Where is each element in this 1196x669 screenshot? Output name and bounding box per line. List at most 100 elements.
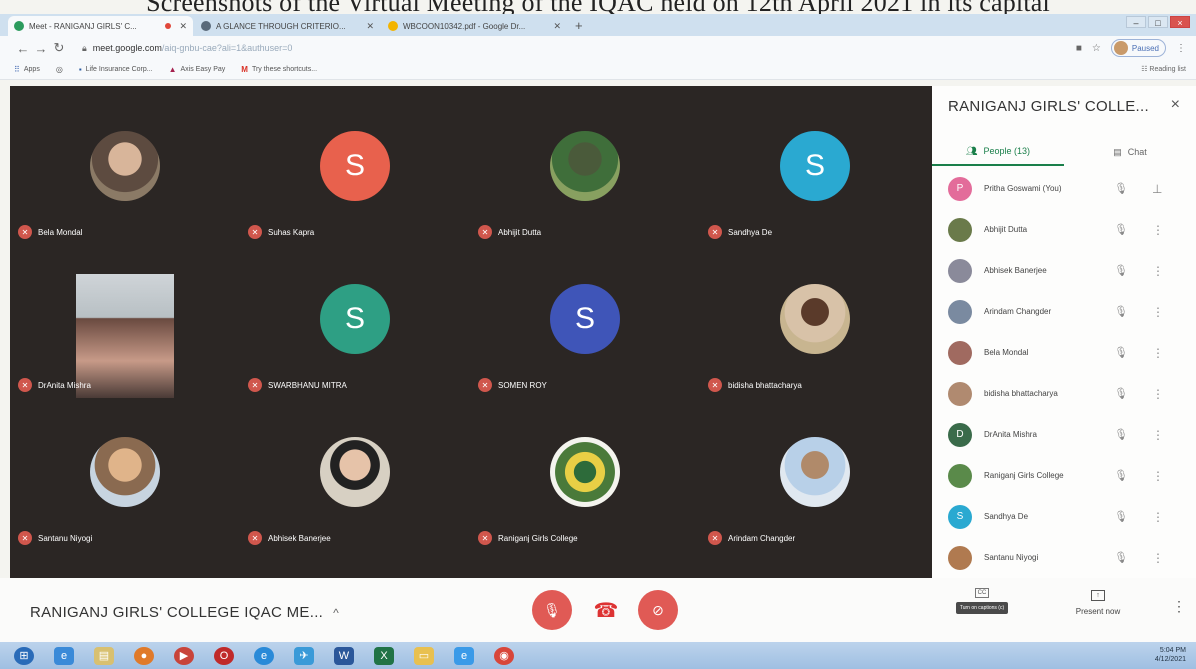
firefox-icon[interactable]: ●	[134, 646, 154, 665]
participant-tile[interactable]: S ✕ Suhas Kapra	[240, 96, 470, 249]
participant-tile[interactable]: ✕ Raniganj Girls College	[470, 402, 700, 555]
more-options-icon[interactable]: ⋮	[1152, 346, 1164, 360]
more-options-icon[interactable]: ⋮	[1152, 469, 1164, 483]
participant-photo	[780, 283, 850, 354]
bookmark-globe[interactable]: ◎	[56, 65, 63, 74]
reload-icon[interactable]: ↻	[50, 40, 68, 56]
list-item[interactable]: Raniganj Girls College 🎙︎ ⋮	[932, 455, 1196, 496]
screenshot-root: Screenshots of the Virtual Meeting of th…	[0, 0, 1196, 669]
close-tab-icon[interactable]: ✕	[553, 21, 561, 32]
address-bar-actions: ■ ☆ Paused ⋮	[1076, 39, 1186, 57]
bird-icon[interactable]: ✈	[294, 646, 314, 665]
chrome-icon[interactable]: ◉	[494, 646, 514, 665]
close-tab-icon[interactable]: ✕	[179, 21, 187, 32]
reading-list-button[interactable]: ☷ Reading list	[1141, 65, 1186, 73]
bookmark-axis[interactable]: ▲ Axis Easy Pay	[169, 65, 226, 74]
participant-photo	[90, 130, 160, 201]
list-item[interactable]: bidisha bhattacharya 🎙︎ ⋮	[932, 373, 1196, 414]
participant-tile[interactable]: S ✕ Sandhya De	[700, 96, 930, 249]
more-options-icon[interactable]: ⋮	[1152, 428, 1164, 442]
mic-off-icon: 🎙︎	[543, 601, 561, 618]
captions-button[interactable]: CC Turn on captions (c)	[944, 588, 1020, 632]
participant-tile[interactable]: ✕ DrAnita Mishra	[10, 249, 240, 402]
more-options-icon[interactable]: ⋮	[1152, 387, 1164, 401]
participant-tile[interactable]: S ✕ SWARBHANU MITRA	[240, 249, 470, 402]
panel-close-button[interactable]: ×	[1171, 96, 1180, 114]
ie-icon[interactable]: e	[54, 646, 74, 665]
muted-mic-icon: ✕	[18, 378, 32, 392]
tab-meet[interactable]: Meet - RANIGANJ GIRLS' C... ✕	[8, 16, 193, 36]
person-avatar	[948, 340, 972, 365]
bookmark-lic[interactable]: ▪ Life Insurance Corp...	[79, 65, 153, 74]
bookmark-gmail[interactable]: M Try these shortcuts...	[241, 65, 317, 74]
present-now-button[interactable]: ↑ Present now	[1066, 590, 1130, 616]
participant-tile[interactable]: ✕ Abhijit Dutta	[470, 96, 700, 249]
meeting-details-button[interactable]: RANIGANJ GIRLS' COLLEGE IQAC ME... ^	[30, 604, 339, 621]
meeting-name: RANIGANJ GIRLS' COLLEGE IQAC ME...	[30, 604, 324, 621]
list-item[interactable]: Abhisek Banerjee 🎙︎ ⋮	[932, 250, 1196, 291]
media-icon[interactable]: ▶	[174, 646, 194, 665]
toggle-camera-button[interactable]: ⊘	[638, 590, 678, 630]
url-field[interactable]: 🔒︎ meet.google.com/aiq-gnbu-cae?ali=1&aut…	[82, 43, 292, 54]
system-clock[interactable]: 5:04 PM 4/12/2021	[1155, 646, 1186, 664]
folder-icon[interactable]: ▭	[414, 646, 434, 665]
person-avatar: D	[948, 422, 972, 447]
participant-name: Bela Mondal	[38, 227, 83, 237]
more-options-icon[interactable]: ⋮	[1152, 305, 1164, 319]
start-icon[interactable]: ⊞	[14, 646, 34, 665]
list-item[interactable]: Abhijit Dutta 🎙︎ ⋮	[932, 209, 1196, 250]
muted-mic-icon: 🎙︎	[1114, 388, 1128, 400]
more-options-icon[interactable]: ⋮	[1152, 510, 1164, 524]
more-options-icon[interactable]: ⋮	[1152, 551, 1164, 565]
back-icon[interactable]: ←	[14, 41, 32, 56]
list-item[interactable]: Bela Mondal 🎙︎ ⋮	[932, 332, 1196, 373]
star-icon[interactable]: ☆	[1092, 43, 1101, 54]
tab-chat[interactable]: ▤ Chat	[1064, 138, 1196, 166]
participant-tile[interactable]: ✕ bidisha bhattacharya	[700, 249, 930, 402]
insurance-icon: ▪	[78, 65, 82, 74]
minimize-button[interactable]: –	[1126, 16, 1146, 28]
maximize-button[interactable]: □	[1148, 16, 1168, 28]
files-icon[interactable]: ▤	[94, 646, 114, 665]
camera-icon[interactable]: ■	[1076, 43, 1082, 54]
list-item[interactable]: Santanu Niyogi 🎙︎ ⋮	[932, 537, 1196, 578]
participant-namebar: ✕ Raniganj Girls College	[478, 531, 578, 545]
new-tab-button[interactable]: +	[575, 18, 583, 33]
list-item[interactable]: Arindam Changder 🎙︎ ⋮	[932, 291, 1196, 332]
list-item[interactable]: D DrAnita Mishra 🎙︎ ⋮	[932, 414, 1196, 455]
more-options-icon[interactable]: ⋮	[1152, 223, 1164, 237]
word-icon[interactable]: W	[334, 646, 354, 665]
edge-icon[interactable]: e	[254, 646, 274, 665]
list-item[interactable]: P Pritha Goswami (You) 🎙︎ ⊥	[932, 168, 1196, 209]
tab-drive-pdf[interactable]: WBCOON10342.pdf - Google Dr... ✕	[382, 16, 567, 36]
url-host: meet.google.com	[92, 42, 162, 53]
tab-people[interactable]: 👥︎ People (13)	[932, 138, 1064, 166]
browser-menu-icon[interactable]: ⋮	[1176, 43, 1186, 54]
participant-tile[interactable]: ✕ Bela Mondal	[10, 96, 240, 249]
participant-tile[interactable]: ✕ Santanu Niyogi	[10, 402, 240, 555]
toggle-mic-button[interactable]: 🎙︎	[532, 590, 572, 630]
opera-icon[interactable]: O	[214, 646, 234, 665]
close-tab-icon[interactable]: ✕	[366, 21, 374, 32]
participant-name: SOMEN ROY	[498, 380, 547, 390]
excel-icon[interactable]: X	[374, 646, 394, 665]
tab-glance[interactable]: A GLANCE THROUGH CRITERIO... ✕	[195, 16, 380, 36]
bookmark-apps[interactable]: ⠿ Apps	[14, 65, 40, 74]
more-options-icon[interactable]: ⋮	[1152, 264, 1164, 278]
more-options-button[interactable]: ⋮	[1172, 598, 1186, 615]
window-close-button[interactable]: ×	[1170, 16, 1190, 28]
pin-icon[interactable]: ⊥	[1152, 182, 1162, 196]
leave-call-button[interactable]: ☎︎	[586, 590, 626, 630]
forward-icon[interactable]: →	[32, 41, 50, 56]
participant-tile[interactable]: ✕ Arindam Changder	[700, 402, 930, 555]
participant-tile[interactable]: S ✕ SOMEN ROY	[470, 249, 700, 402]
person-name: Abhijit Dutta	[984, 225, 1028, 234]
meeting-stage: ✕ Bela Mondal S ✕ Suhas Kapra ✕ Abhijit Dut…	[10, 86, 932, 578]
ie2-icon[interactable]: e	[454, 646, 474, 665]
participant-namebar: ✕ SWARBHANU MITRA	[248, 378, 347, 392]
participant-name: bidisha bhattacharya	[728, 380, 802, 390]
participant-tile[interactable]: ✕ Abhisek Banerjee	[240, 402, 470, 555]
list-item[interactable]: S Sandhya De 🎙︎ ⋮	[932, 496, 1196, 537]
profile-button[interactable]: Paused	[1110, 39, 1166, 57]
captions-icon: CC	[975, 588, 989, 598]
